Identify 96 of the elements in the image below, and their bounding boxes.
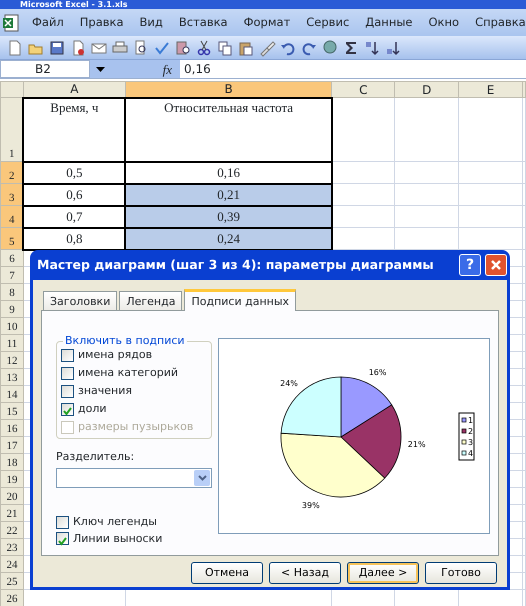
table-cell: 0,39: [217, 208, 240, 224]
name-box[interactable]: B2: [0, 60, 90, 78]
checkbox[interactable]: [61, 384, 74, 398]
row-header[interactable]: 1: [0, 98, 24, 162]
help-button[interactable]: ?: [459, 254, 481, 276]
checkbox[interactable]: [61, 348, 74, 362]
row-header[interactable]: 10: [0, 318, 24, 334]
row-header[interactable]: 5: [0, 228, 24, 250]
legend-label: 1: [468, 416, 474, 425]
row-header[interactable]: 3: [0, 184, 24, 206]
table-cell: 0,21: [217, 186, 240, 202]
column-header[interactable]: C: [332, 82, 395, 98]
row-header[interactable]: 11: [0, 334, 24, 352]
column-header[interactable]: E: [458, 82, 522, 98]
globe-link-icon[interactable]: [321, 38, 339, 56]
legend-label: 4: [468, 449, 474, 458]
row-header[interactable]: 14: [0, 386, 24, 402]
menu-item[interactable]: Сервис: [298, 12, 358, 34]
chart-legend: [458, 412, 474, 460]
row-header[interactable]: 20: [0, 488, 24, 504]
dialog-button[interactable]: Отмена: [191, 562, 263, 584]
row-header[interactable]: 8: [0, 284, 24, 300]
row-header[interactable]: 25: [0, 572, 24, 590]
brush-icon[interactable]: [258, 38, 276, 56]
row-header[interactable]: 16: [0, 420, 24, 436]
row-header[interactable]: 17: [0, 436, 24, 454]
row-header[interactable]: 13: [0, 368, 24, 386]
table-cell: Относительная частота: [164, 100, 294, 114]
table-cell: 0,5: [66, 164, 82, 180]
window-title: Microsoft Excel - 3.1.xls: [0, 0, 526, 9]
table-cell: 0,8: [66, 230, 82, 246]
menu-item[interactable]: Справка: [467, 12, 526, 34]
row-header[interactable]: 23: [0, 538, 24, 556]
checkbox[interactable]: [61, 402, 74, 416]
row-header[interactable]: 9: [0, 300, 24, 318]
row-header[interactable]: 19: [0, 470, 24, 488]
legend-label: 3: [468, 438, 474, 447]
menu-item[interactable]: Вид: [132, 12, 171, 34]
dialog-title: Мастер диаграмм (шаг 3 из 4): параметры диаграммы: [37, 256, 435, 274]
table-cell: 0,24: [217, 230, 240, 246]
table-cell: Время, ч: [50, 100, 98, 114]
table-cell: 0,7: [66, 208, 82, 224]
checkbox[interactable]: [56, 532, 69, 546]
tab[interactable]: Легенда: [119, 291, 182, 310]
menu-item[interactable]: Окно: [420, 12, 468, 34]
copy-icon[interactable]: [216, 38, 234, 56]
save-icon[interactable]: [48, 38, 66, 56]
menu-item[interactable]: Данные: [357, 12, 420, 34]
dialog-button[interactable]: Готово: [425, 562, 497, 584]
checkbox[interactable]: [61, 366, 74, 380]
row-header[interactable]: 6: [0, 250, 24, 266]
data-label: 39%: [302, 500, 320, 510]
legend-label: 2: [468, 427, 474, 436]
column-header[interactable]: D: [394, 82, 459, 98]
separator-dropdown[interactable]: [56, 468, 212, 488]
row-header[interactable]: 26: [0, 590, 24, 606]
close-icon[interactable]: [485, 254, 507, 276]
data-label: 21%: [408, 440, 426, 449]
row-header[interactable]: 2: [0, 162, 24, 184]
checkbox-label: Ключ легенды: [73, 514, 157, 530]
row-header[interactable]: 22: [0, 522, 24, 538]
group-title: Включить в подписи: [63, 334, 187, 348]
tab[interactable]: Подписи данных: [184, 289, 296, 311]
function-label[interactable]: fx: [110, 60, 180, 78]
checkbox-label: имена рядов: [78, 346, 152, 363]
column-header[interactable]: A: [23, 82, 126, 98]
data-label: 24%: [280, 379, 298, 388]
excel-icon[interactable]: [2, 14, 20, 32]
row-header[interactable]: 21: [0, 504, 24, 522]
menu-item[interactable]: Формат: [236, 12, 298, 34]
cut-icon[interactable]: [195, 38, 213, 56]
data-label: 16%: [368, 368, 386, 378]
checkbox-label: доли: [78, 400, 107, 417]
checkbox-label: имена категорий: [78, 364, 178, 381]
table-cell: 0,6: [66, 186, 82, 202]
menu-item[interactable]: Правка: [72, 12, 132, 34]
row-header[interactable]: 18: [0, 454, 24, 470]
checkbox-label: значения: [78, 382, 132, 399]
dialog-button[interactable]: < Назад: [269, 562, 341, 584]
checkbox-label: Линии выноски: [73, 530, 162, 546]
table-cell: 0,16: [217, 164, 240, 180]
menu-item[interactable]: Вставка: [170, 12, 236, 34]
row-header[interactable]: 12: [0, 352, 24, 368]
row-header[interactable]: 7: [0, 266, 24, 284]
checkbox-label: размеры пузырьков: [78, 418, 194, 435]
formula-field[interactable]: 0,16: [180, 60, 211, 78]
checkbox[interactable]: [56, 516, 69, 529]
column-header[interactable]: B: [125, 82, 332, 98]
field-label: Разделитель:: [56, 449, 136, 465]
row-header[interactable]: 24: [0, 556, 24, 572]
research-icon[interactable]: [174, 38, 192, 56]
menu-item[interactable]: Файл: [24, 12, 72, 34]
tab[interactable]: Заголовки: [43, 291, 118, 310]
dialog-button[interactable]: Далее >: [347, 562, 419, 584]
row-header[interactable]: 4: [0, 206, 24, 228]
row-header[interactable]: 15: [0, 402, 24, 420]
